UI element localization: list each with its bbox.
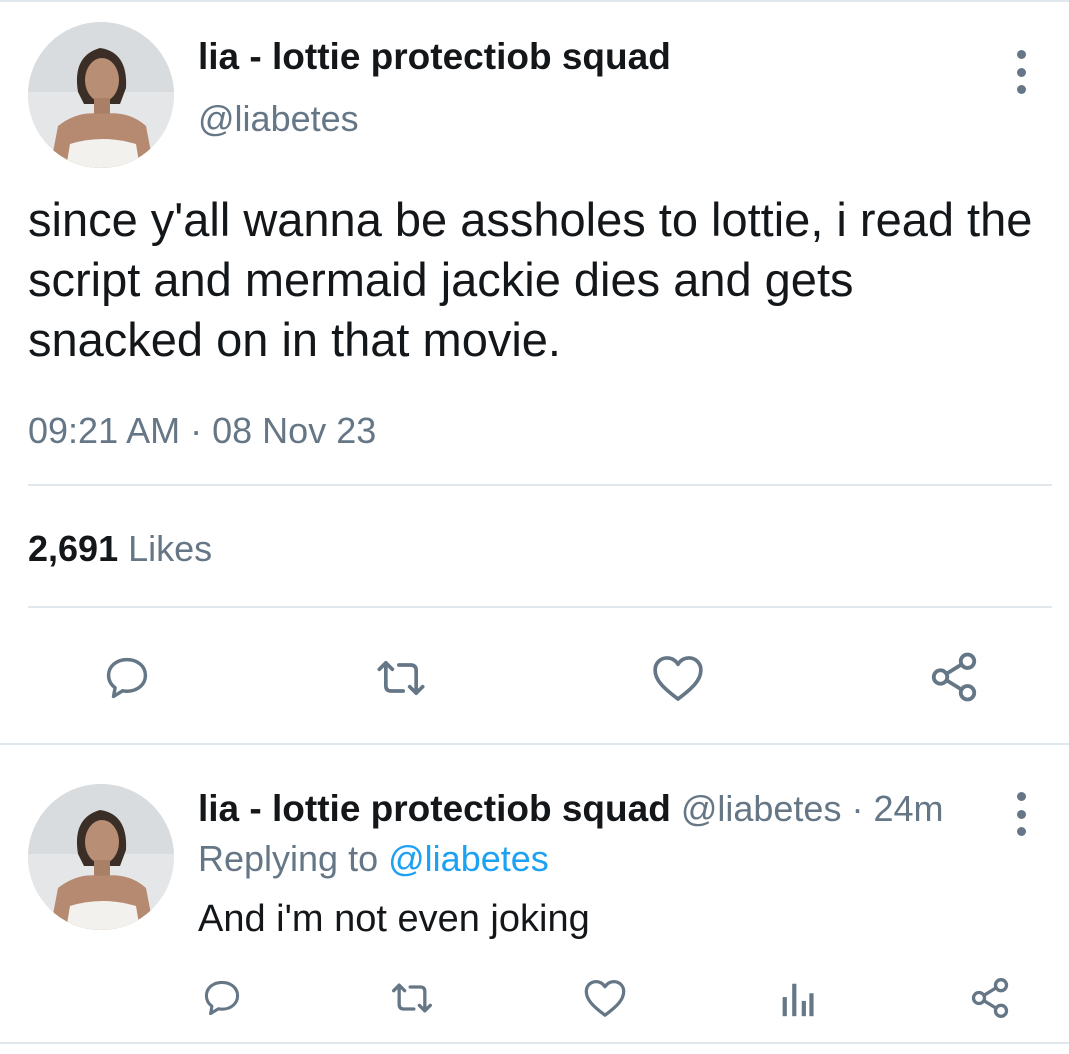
- share-button[interactable]: [924, 648, 984, 706]
- timestamp-separator: ·: [190, 410, 203, 451]
- retweet-button[interactable]: [384, 974, 440, 1022]
- avatar[interactable]: [28, 22, 174, 168]
- divider: [28, 606, 1052, 608]
- reply-text: And i'm not even joking: [198, 898, 590, 940]
- reply-separator: ·: [851, 788, 864, 829]
- reply-avatar[interactable]: [28, 784, 174, 930]
- share-icon: [971, 978, 1009, 1018]
- replying-to: Replying to @liabetes: [198, 838, 549, 880]
- more-vertical-icon[interactable]: [1006, 792, 1036, 836]
- retweet-icon: [392, 983, 432, 1013]
- likes-label: Likes: [128, 528, 213, 569]
- tweet-timestamp: 09:21 AM · 08 Nov 23: [28, 410, 376, 452]
- like-button[interactable]: [648, 650, 708, 706]
- share-button[interactable]: [966, 974, 1014, 1022]
- reply-button[interactable]: [98, 650, 156, 706]
- tweet-text: since y'all wanna be assholes to lottie,…: [28, 193, 1033, 366]
- avatar-image: [28, 22, 174, 168]
- tweet-time: 09:21 AM: [28, 410, 181, 451]
- divider: [0, 743, 1069, 745]
- author-name[interactable]: lia - lottie protectiob squad: [198, 36, 671, 78]
- top-divider: [0, 0, 1069, 2]
- retweet-icon: [377, 660, 425, 696]
- reply-icon: [204, 980, 240, 1016]
- like-button[interactable]: [580, 974, 630, 1022]
- replying-prefix: Replying to: [198, 838, 379, 879]
- reply-icon: [106, 657, 148, 699]
- analytics-icon: [782, 983, 814, 1017]
- avatar-image: [28, 784, 174, 930]
- replying-mention[interactable]: @liabetes: [388, 838, 549, 879]
- reply-author-handle[interactable]: @liabetes: [681, 788, 842, 829]
- retweet-button[interactable]: [368, 650, 434, 706]
- more-vertical-icon[interactable]: [1006, 50, 1036, 94]
- author-handle[interactable]: @liabetes: [198, 98, 359, 140]
- analytics-button[interactable]: [774, 976, 818, 1022]
- like-icon: [653, 656, 703, 701]
- tweet-detail-page: lia - lottie protectiob squad @liabetes …: [0, 0, 1069, 1054]
- divider: [0, 1042, 1069, 1044]
- like-icon: [584, 979, 626, 1017]
- tweet-date: 08 Nov 23: [212, 410, 377, 451]
- likes-count: 2,691: [28, 528, 119, 569]
- reply-age: 24m: [873, 788, 944, 829]
- reply-author-name[interactable]: lia - lottie protectiob squad: [198, 788, 671, 829]
- reply-header: lia - lottie protectiob squad @liabetes …: [198, 788, 944, 830]
- divider: [28, 484, 1052, 486]
- reply-button[interactable]: [198, 974, 246, 1022]
- likes-stat[interactable]: 2,691 Likes: [28, 528, 212, 570]
- share-icon: [931, 652, 977, 702]
